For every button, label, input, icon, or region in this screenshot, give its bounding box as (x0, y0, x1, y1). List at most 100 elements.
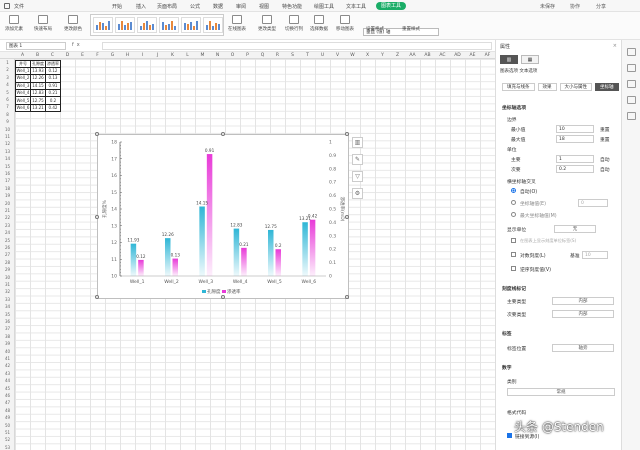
row-header[interactable]: 36 (0, 319, 15, 324)
row-header[interactable]: 22 (0, 215, 15, 220)
add-element-button[interactable]: 添加元素 (5, 15, 23, 32)
row-header[interactable]: 3 (0, 75, 15, 80)
row-header[interactable]: 10 (0, 127, 15, 132)
row-header[interactable]: 17 (0, 178, 15, 183)
switch-row-col-button[interactable]: 切换行列 (285, 15, 303, 32)
row-header[interactable]: 21 (0, 208, 15, 213)
unsaved-status[interactable]: 未保存 (540, 3, 555, 10)
table-cell[interactable]: 0.91 (45, 81, 61, 91)
chart-style-thumb[interactable] (93, 17, 113, 33)
row-header[interactable]: 42 (0, 363, 15, 368)
row-header[interactable]: 49 (0, 415, 15, 420)
column-header[interactable]: W (345, 53, 360, 58)
column-header[interactable]: B (30, 53, 45, 58)
column-header[interactable]: E (75, 53, 90, 58)
chart-style-thumb[interactable] (203, 17, 223, 33)
chart-style-thumb[interactable] (115, 17, 135, 33)
row-header[interactable]: 23 (0, 223, 15, 228)
row-header[interactable]: 32 (0, 289, 15, 294)
row-header[interactable]: 11 (0, 134, 15, 139)
formula-input[interactable] (102, 42, 492, 50)
menu-chart-tools[interactable]: 图表工具 (376, 2, 407, 10)
move-chart-button[interactable]: 移动图表 (336, 15, 354, 32)
column-header[interactable]: F (90, 53, 105, 58)
table-header[interactable]: 井号 (15, 59, 31, 68)
min-reset-button[interactable]: 重置 (600, 126, 610, 133)
resize-handle[interactable] (221, 132, 225, 136)
column-header[interactable]: X (360, 53, 375, 58)
bar-permeability[interactable] (138, 259, 144, 276)
show-units-checkbox[interactable] (511, 238, 516, 243)
column-header[interactable]: G (105, 53, 120, 58)
label-position-select[interactable]: 轴旁 (552, 344, 614, 352)
row-header[interactable]: 51 (0, 430, 15, 435)
table-cell[interactable]: 12.75 (30, 96, 46, 105)
table-cell[interactable]: Well_2 (15, 74, 31, 83)
column-header[interactable]: D (60, 53, 75, 58)
share-button[interactable]: 分享 (596, 3, 606, 10)
online-chart-button[interactable]: 在线图表 (228, 15, 246, 32)
row-header[interactable]: 1 (0, 60, 15, 65)
data-label-permeability[interactable]: 0.2 (275, 243, 282, 248)
column-header[interactable]: J (150, 53, 165, 58)
quick-layout-button[interactable]: 快速布局 (34, 15, 52, 32)
row-header[interactable]: 4 (0, 82, 15, 87)
chart-filter-icon[interactable]: ▽ (352, 171, 363, 182)
shape-icon[interactable] (626, 96, 636, 104)
select-icon[interactable] (626, 64, 636, 72)
backup-icon[interactable] (626, 112, 636, 120)
table-cell[interactable]: Well_1 (15, 66, 31, 76)
change-color-button[interactable]: 更改颜色 (64, 15, 82, 32)
resize-handle[interactable] (95, 215, 99, 219)
row-header[interactable]: 31 (0, 282, 15, 287)
column-header[interactable]: O (225, 53, 240, 58)
row-header[interactable]: 53 (0, 445, 15, 450)
section-tick-marks[interactable]: 刻度线标记 (502, 285, 526, 292)
table-cell[interactable]: Well_4 (15, 89, 31, 98)
menu-data[interactable]: 数据 (213, 3, 223, 10)
change-type-button[interactable]: 更改类型 (258, 15, 276, 32)
name-box[interactable]: 图表 1 (6, 42, 66, 50)
menu-text-tools[interactable]: 文本工具 (346, 3, 366, 10)
row-header[interactable]: 9 (0, 119, 15, 124)
select-data-button[interactable]: 选择数据 (310, 15, 328, 32)
row-header[interactable]: 8 (0, 112, 15, 117)
data-label-porosity[interactable]: 12.83 (230, 223, 242, 228)
table-cell[interactable]: 12.83 (30, 89, 46, 98)
column-header[interactable]: AB (420, 53, 435, 58)
max-reset-button[interactable]: 重置 (600, 136, 610, 143)
column-header[interactable]: Z (390, 53, 405, 58)
row-header[interactable]: 5 (0, 90, 15, 95)
log-scale-checkbox[interactable] (511, 252, 516, 257)
cross-value-radio[interactable] (511, 200, 516, 205)
section-labels[interactable]: 标签 (502, 330, 512, 337)
column-header[interactable]: H (120, 53, 135, 58)
minor-type-select[interactable]: 内部 (552, 310, 614, 318)
row-header[interactable]: 30 (0, 275, 15, 280)
table-cell[interactable]: 13.21 (30, 103, 46, 113)
column-header[interactable]: N (210, 53, 225, 58)
column-header[interactable]: AD (450, 53, 465, 58)
row-header[interactable]: 47 (0, 400, 15, 405)
column-header[interactable]: M (195, 53, 210, 58)
chart-style-thumb[interactable] (159, 17, 179, 33)
row-header[interactable]: 2 (0, 67, 15, 72)
column-header[interactable]: Y (375, 53, 390, 58)
column-header[interactable]: P (240, 53, 255, 58)
row-header[interactable]: 33 (0, 297, 15, 302)
section-number[interactable]: 数字 (502, 364, 512, 371)
row-header[interactable]: 52 (0, 437, 15, 442)
resize-handle[interactable] (95, 295, 99, 299)
column-header[interactable]: R (270, 53, 285, 58)
cross-max-radio[interactable] (511, 212, 516, 217)
minor-unit-input[interactable]: 0.2 (556, 165, 594, 173)
column-header[interactable]: AF (480, 53, 495, 58)
table-cell[interactable]: Well_3 (15, 81, 31, 91)
row-header[interactable]: 24 (0, 230, 15, 235)
row-header[interactable]: 43 (0, 371, 15, 376)
menu-drawing-tools[interactable]: 绘图工具 (314, 3, 334, 10)
table-cell[interactable]: 0.42 (45, 103, 61, 113)
display-units-select[interactable]: 无 (554, 225, 596, 233)
column-header[interactable]: I (135, 53, 150, 58)
row-header[interactable]: 50 (0, 423, 15, 428)
